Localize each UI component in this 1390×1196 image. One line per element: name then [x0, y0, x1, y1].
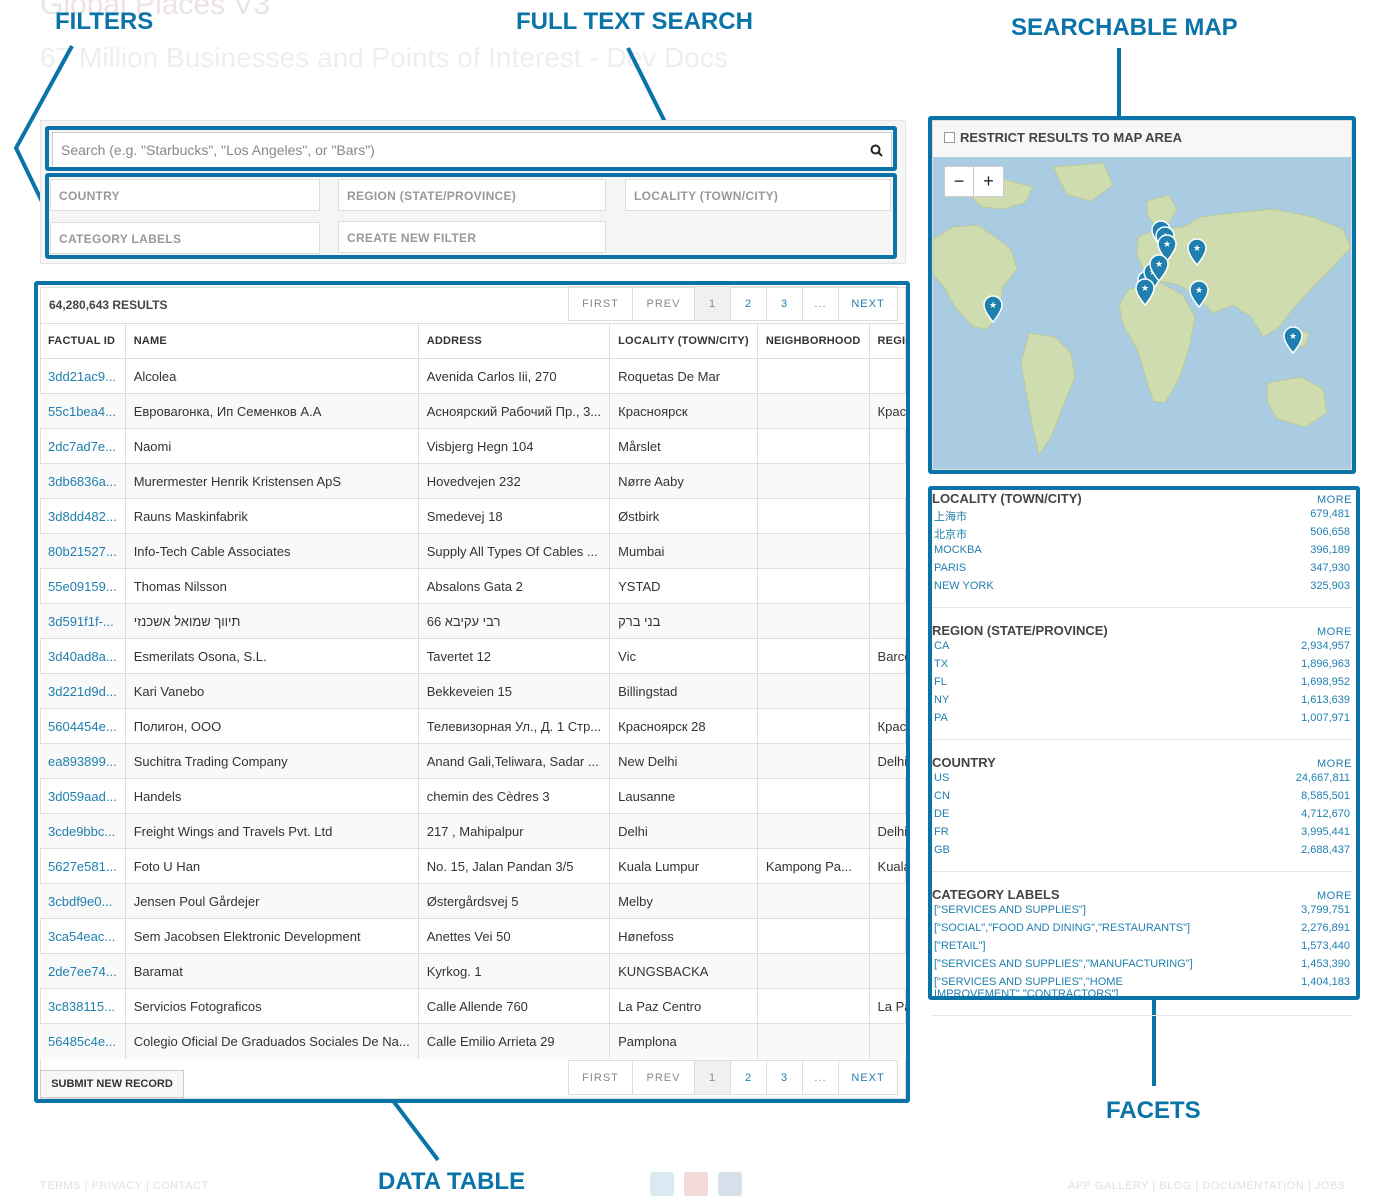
- facebook-icon[interactable]: [718, 1172, 742, 1196]
- data-table-highlight: [34, 281, 910, 1103]
- footer-privacy[interactable]: PRIVACY: [91, 1180, 142, 1192]
- google-plus-icon[interactable]: [684, 1172, 708, 1196]
- filters-highlight: [45, 173, 897, 259]
- footer-blog[interactable]: BLOG: [1159, 1180, 1192, 1192]
- footer-terms[interactable]: TERMS: [40, 1180, 81, 1192]
- footer-jobs[interactable]: JOBS: [1315, 1180, 1346, 1192]
- twitter-icon[interactable]: [650, 1172, 674, 1196]
- footer-links-left: TERMS | PRIVACY | CONTACT: [40, 1180, 209, 1192]
- search-highlight: [45, 126, 897, 171]
- footer-links-right: APP GALLERY | BLOG | DOCUMENTATION | JOB…: [1068, 1180, 1346, 1192]
- map-highlight: [928, 116, 1356, 474]
- facets-highlight: [928, 486, 1360, 1000]
- footer-contact[interactable]: CONTACT: [153, 1180, 209, 1192]
- footer-app-gallery[interactable]: APP GALLERY: [1068, 1180, 1149, 1192]
- footer-documentation[interactable]: DOCUMENTATION: [1202, 1180, 1304, 1192]
